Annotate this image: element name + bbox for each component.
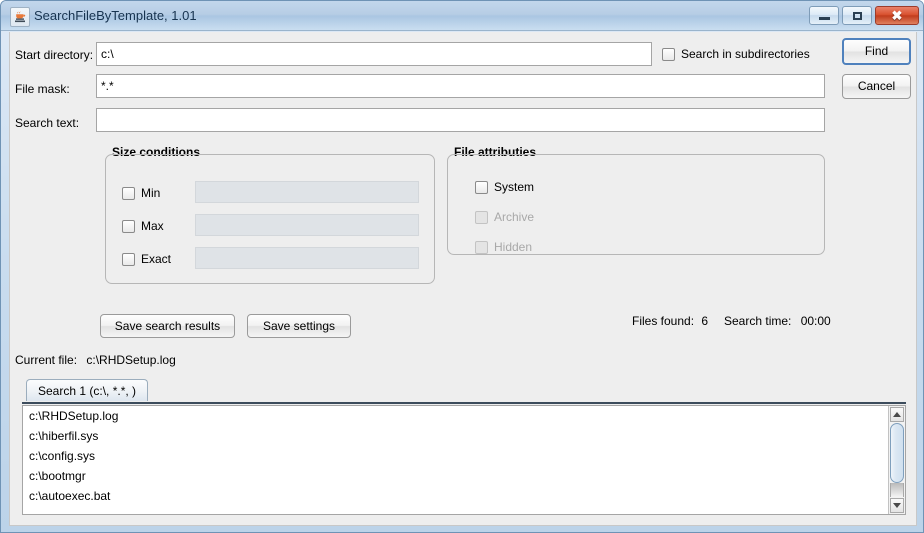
cancel-button[interactable]: Cancel (842, 74, 911, 99)
search-subdirectories-checkbox[interactable]: Search in subdirectories (662, 47, 810, 61)
checkbox-box (475, 210, 488, 224)
attribute-archive-label: Archive (494, 210, 535, 224)
list-item[interactable]: c:\hiberfil.sys (23, 426, 905, 446)
file-mask-label: File mask: (15, 82, 70, 96)
scrollbar-track[interactable] (890, 483, 904, 497)
list-item[interactable]: c:\RHDSetup.log (23, 406, 905, 426)
size-exact-checkbox[interactable]: Exact (122, 252, 171, 266)
search-text-input[interactable] (96, 108, 825, 132)
file-attributes-group: File attributies System Archive Hidden (447, 145, 825, 255)
search-text-label: Search text: (15, 116, 80, 130)
file-mask-input[interactable] (96, 74, 825, 98)
current-file-label: Current file: (15, 353, 78, 367)
start-directory-label: Start directory: (15, 48, 94, 62)
window-controls: ✖ (809, 6, 919, 25)
size-max-checkbox[interactable]: Max (122, 219, 164, 233)
list-item[interactable]: c:\config.sys (23, 446, 905, 466)
scroll-down-button[interactable] (890, 498, 904, 513)
files-found-label: Files found: (632, 314, 695, 328)
minimize-button[interactable] (809, 6, 839, 25)
java-coffee-cup-icon (10, 7, 30, 27)
save-settings-button[interactable]: Save settings (247, 314, 351, 338)
search-subdirectories-label: Search in subdirectories (681, 47, 810, 61)
size-min-label: Min (141, 186, 161, 200)
scroll-up-button[interactable] (890, 407, 904, 422)
start-directory-input[interactable] (96, 42, 652, 66)
search-time-label: Search time: (724, 314, 792, 328)
maximize-button[interactable] (842, 6, 872, 25)
chevron-up-icon (893, 412, 901, 417)
close-icon: ✖ (891, 8, 903, 23)
list-item[interactable]: c:\autoexec.bat (23, 486, 905, 506)
size-min-input[interactable] (195, 181, 419, 203)
minimize-icon (818, 17, 830, 20)
size-min-checkbox[interactable]: Min (122, 186, 160, 200)
attribute-archive-checkbox: Archive (475, 210, 534, 224)
save-search-results-button[interactable]: Save search results (100, 314, 235, 338)
checkbox-box (662, 47, 675, 61)
attribute-hidden-checkbox: Hidden (475, 240, 532, 254)
search-time-status: Search time: 00:00 (724, 314, 831, 328)
checkbox-box (475, 180, 488, 194)
size-max-label: Max (141, 219, 164, 233)
results-list-items: c:\RHDSetup.log c:\hiberfil.sys c:\confi… (23, 406, 905, 506)
find-button[interactable]: Find (842, 38, 911, 65)
list-item[interactable]: c:\bootmgr (23, 466, 905, 486)
checkbox-box (122, 252, 135, 266)
current-file-value: c:\RHDSetup.log (86, 353, 176, 367)
size-conditions-group: Size conditions Min Max Exact (105, 145, 435, 284)
files-found-status: Files found: 6 (632, 314, 708, 328)
scrollbar-thumb[interactable] (890, 423, 904, 483)
results-list[interactable]: c:\RHDSetup.log c:\hiberfil.sys c:\confi… (22, 405, 906, 515)
tab-underline (22, 402, 906, 404)
window-title: SearchFileByTemplate, 1.01 (34, 8, 197, 23)
size-exact-input[interactable] (195, 247, 419, 269)
current-file-status: Current file: c:\RHDSetup.log (15, 353, 176, 367)
results-scrollbar[interactable] (888, 406, 905, 514)
size-exact-label: Exact (141, 252, 172, 266)
checkbox-box (475, 240, 488, 254)
search-time-value: 00:00 (800, 314, 831, 328)
title-bar: SearchFileByTemplate, 1.01 ✖ (1, 1, 923, 31)
checkbox-box (122, 219, 135, 233)
close-button[interactable]: ✖ (875, 6, 919, 25)
files-found-value: 6 (701, 314, 709, 328)
checkbox-box (122, 186, 135, 200)
attribute-system-label: System (494, 180, 535, 194)
maximize-icon (852, 11, 862, 20)
client-area: Start directory: Search in subdirectorie… (9, 32, 917, 526)
application-window: SearchFileByTemplate, 1.01 ✖ Start direc… (0, 0, 924, 533)
chevron-down-icon (893, 503, 901, 508)
size-max-input[interactable] (195, 214, 419, 236)
attribute-hidden-label: Hidden (494, 240, 533, 254)
attribute-system-checkbox[interactable]: System (475, 180, 534, 194)
tab-search-1[interactable]: Search 1 (c:\, *.*, ) (26, 379, 149, 401)
